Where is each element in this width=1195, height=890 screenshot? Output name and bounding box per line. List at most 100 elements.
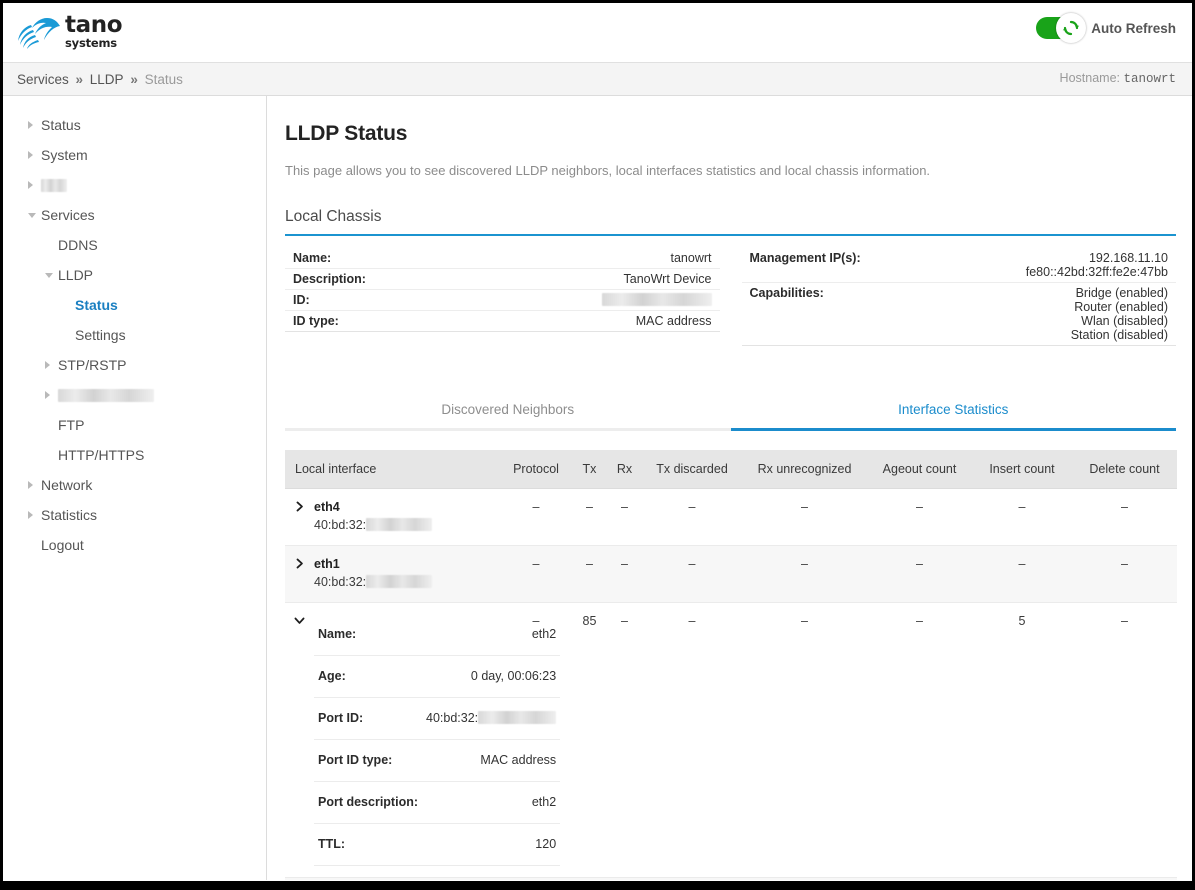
sidebar-item-label: System <box>41 147 88 163</box>
chassis-value: MAC address <box>493 310 720 332</box>
auto-refresh-toggle[interactable] <box>1036 13 1087 43</box>
chassis-row: Management IP(s): 192.168.11.10 fe80::42bd… <box>741 248 1176 283</box>
detail-key: TTL: <box>318 837 346 851</box>
chassis-value-line: tanowrt <box>670 251 712 265</box>
breadcrumb: Services » LLDP » Status <box>3 72 183 87</box>
chassis-value-line: Router (enabled) <box>1074 300 1168 314</box>
stat-cell: – <box>688 557 696 571</box>
chevron-right-icon[interactable] <box>28 511 33 519</box>
detail-value: 120 <box>535 837 557 851</box>
chassis-value: Bridge (enabled) Router (enabled) Wlan (di… <box>950 282 1176 346</box>
sidebar-item-status[interactable]: Status <box>3 110 266 140</box>
chassis-key: ID type: <box>285 310 494 332</box>
local-chassis-heading: Local Chassis <box>285 208 1176 236</box>
breadcrumb-separator: » <box>126 71 142 87</box>
hostname-value: tanowrt <box>1123 72 1176 86</box>
chassis-key: Description: <box>285 268 494 290</box>
sidebar-item-services[interactable]: Services <box>3 200 266 230</box>
chevron-right-icon[interactable] <box>28 151 33 159</box>
detail-row: TTL: 120 <box>314 824 561 866</box>
chevron-right-icon[interactable] <box>293 500 306 513</box>
stat-cell: 85 <box>572 878 607 881</box>
stat-cell: – <box>801 500 808 514</box>
sidebar-item-system[interactable]: System <box>3 140 266 170</box>
auto-refresh-label: Auto Refresh <box>1091 20 1176 36</box>
breadcrumb-bar: Services » LLDP » Status Hostname: tanow… <box>3 63 1192 96</box>
table-row[interactable]: eth340:bd:32:–85––––5– <box>285 877 1177 881</box>
detail-value: MAC address <box>422 739 561 782</box>
stat-cell: – <box>586 500 593 514</box>
toggle-knob <box>1056 13 1087 43</box>
stat-cell: – <box>621 500 628 514</box>
column-header: Tx <box>572 450 607 489</box>
stat-cell: – <box>621 557 628 571</box>
chassis-value-line: Wlan (disabled) <box>1081 314 1168 328</box>
chevron-right-icon[interactable] <box>28 121 33 129</box>
chassis-value-line: 192.168.11.10 <box>1088 251 1168 265</box>
interface-name: eth4 <box>314 500 340 514</box>
sidebar-item-label: LLDP <box>58 267 94 283</box>
sidebar-item-logout[interactable]: Logout <box>3 530 266 560</box>
sidebar-item-ftp[interactable]: FTP <box>3 410 266 440</box>
chevron-down-icon[interactable] <box>45 272 53 278</box>
sidebar-item-settings[interactable]: Settings <box>3 320 266 350</box>
content-tabs: Discovered Neighbors Interface Statistics <box>285 392 1176 431</box>
stat-cell: – <box>916 614 923 628</box>
detail-row: Age: 0 day, 00:06:23 <box>314 655 561 698</box>
interface-cell: eth4 40:bd:32: <box>285 489 500 546</box>
chassis-value <box>493 289 720 311</box>
sidebar-item-redacted-2[interactable] <box>3 170 266 200</box>
chassis-key: Name: <box>285 248 494 269</box>
sidebar-item-status[interactable]: Status <box>3 290 266 320</box>
tab-discovered-neighbors[interactable]: Discovered Neighbors <box>285 392 731 431</box>
chassis-value: TanoWrt Device <box>493 268 720 290</box>
breadcrumb-item-services[interactable]: Services <box>17 72 69 87</box>
chevron-right-icon[interactable] <box>28 481 33 489</box>
table-row[interactable]: eth1 40:bd:32: – – – – – – – – <box>285 545 1177 603</box>
table-row[interactable]: eth4 40:bd:32: – – – – – – – – <box>285 488 1177 546</box>
chassis-value-line: MAC address <box>635 314 712 328</box>
tano-logo-icon <box>18 17 60 49</box>
chevron-down-icon[interactable] <box>28 212 36 218</box>
chassis-value: 192.168.11.10 fe80::42bd:32ff:fe2e:47bb <box>950 248 1176 283</box>
chassis-key: Management IP(s): <box>741 248 951 283</box>
stat-cell: – <box>916 557 923 571</box>
stat-cell: – <box>642 878 742 881</box>
sidebar-item-redacted-9[interactable] <box>3 380 266 410</box>
column-header: Insert count <box>972 450 1072 489</box>
table-row[interactable]: Name: eth2 Age: 0 day, 00:06:23 Port ID: 40:b… <box>285 602 1177 878</box>
detail-key: Port description: <box>314 781 423 824</box>
sidebar-item-stp-rstp[interactable]: STP/RSTP <box>3 350 266 380</box>
detail-value: 40:bd:32: <box>422 697 561 740</box>
app-header: tano systems Auto Refresh <box>3 3 1192 63</box>
page-body: Status System Services DDNS LLDP Status Settin… <box>3 96 1192 880</box>
chevron-right-icon[interactable] <box>28 181 33 189</box>
stat-cell: – <box>621 614 628 628</box>
auto-refresh-control[interactable]: Auto Refresh <box>1036 13 1176 43</box>
sidebar-item-label: Settings <box>75 327 126 343</box>
chevron-right-icon[interactable] <box>45 361 50 369</box>
interface-mac: 40:bd:32: <box>314 517 433 534</box>
breadcrumb-item-lldp[interactable]: LLDP <box>90 72 124 87</box>
stat-cell: – <box>1121 557 1128 571</box>
stat-cell: – <box>916 500 923 514</box>
sidebar-item-lldp[interactable]: LLDP <box>3 260 266 290</box>
sidebar-item-statistics[interactable]: Statistics <box>3 500 266 530</box>
chevron-right-icon[interactable] <box>293 557 306 570</box>
stat-cell: – <box>532 557 540 571</box>
breadcrumb-separator: » <box>71 71 87 87</box>
chevron-right-icon[interactable] <box>45 391 50 399</box>
table-header-row: Local interface Protocol Tx Rx Tx discarded R… <box>285 450 1177 489</box>
chassis-value-line: TanoWrt Device <box>623 272 712 286</box>
sidebar-item-http-https[interactable]: HTTP/HTTPS <box>3 440 266 470</box>
chevron-down-icon[interactable] <box>293 614 306 627</box>
sidebar-item-network[interactable]: Network <box>3 470 266 500</box>
tab-interface-statistics[interactable]: Interface Statistics <box>730 392 1176 431</box>
interface-name: eth1 <box>314 557 340 571</box>
chassis-right-panel: Management IP(s): 192.168.11.10 fe80::42bd… <box>741 248 1176 346</box>
interface-statistics-table: Local interface Protocol Tx Rx Tx discarded R… <box>285 450 1177 880</box>
chassis-left-table: Name: tanowrt Description: TanoWrt Device ID… <box>285 248 720 332</box>
sidebar-item-ddns[interactable]: DDNS <box>3 230 266 260</box>
stat-cell: – <box>500 878 572 881</box>
brand-subname: systems <box>65 36 117 50</box>
